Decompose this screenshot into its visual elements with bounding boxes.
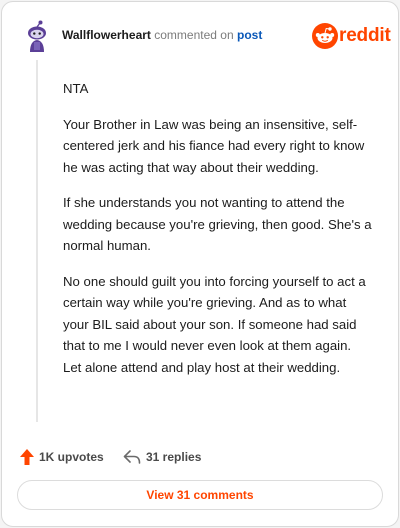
replies-count: 31 replies: [146, 450, 202, 464]
comment-header: Wallflowerheart commented on post reddit: [20, 19, 392, 55]
comment-actions: 1K upvotes 31 replies: [19, 446, 379, 468]
upvote-button[interactable]: 1K upvotes: [19, 446, 109, 468]
comment-paragraph: If she understands you not wanting to at…: [63, 195, 372, 253]
username[interactable]: Wallflowerheart: [62, 28, 151, 42]
commented-on-text: commented on: [154, 28, 234, 42]
user-avatar[interactable]: [20, 19, 54, 53]
reddit-logo-icon: [312, 23, 338, 49]
upvote-arrow-icon: [20, 449, 34, 465]
comment-card: Wallflowerheart commented on post reddit…: [1, 1, 399, 527]
post-link[interactable]: post: [237, 28, 262, 42]
reddit-brand[interactable]: reddit: [312, 22, 392, 50]
snoo-avatar-icon: [20, 19, 54, 53]
replies-button[interactable]: 31 replies: [123, 446, 213, 468]
upvotes-count: 1K upvotes: [39, 450, 104, 464]
comment-body: NTA Your Brother in Law was being an ins…: [63, 78, 373, 392]
reply-arrow-icon: [123, 450, 141, 464]
thread-line: [36, 60, 38, 422]
comment-paragraph: NTA: [63, 81, 89, 96]
view-comments-button[interactable]: View 31 comments: [17, 480, 383, 510]
reddit-wordmark: reddit: [339, 25, 391, 46]
comment-paragraph: Your Brother in Law was being an insensi…: [63, 116, 365, 175]
comment-paragraph: No one should guilt you into forcing you…: [63, 273, 366, 375]
byline: Wallflowerheart commented on post: [62, 28, 262, 42]
